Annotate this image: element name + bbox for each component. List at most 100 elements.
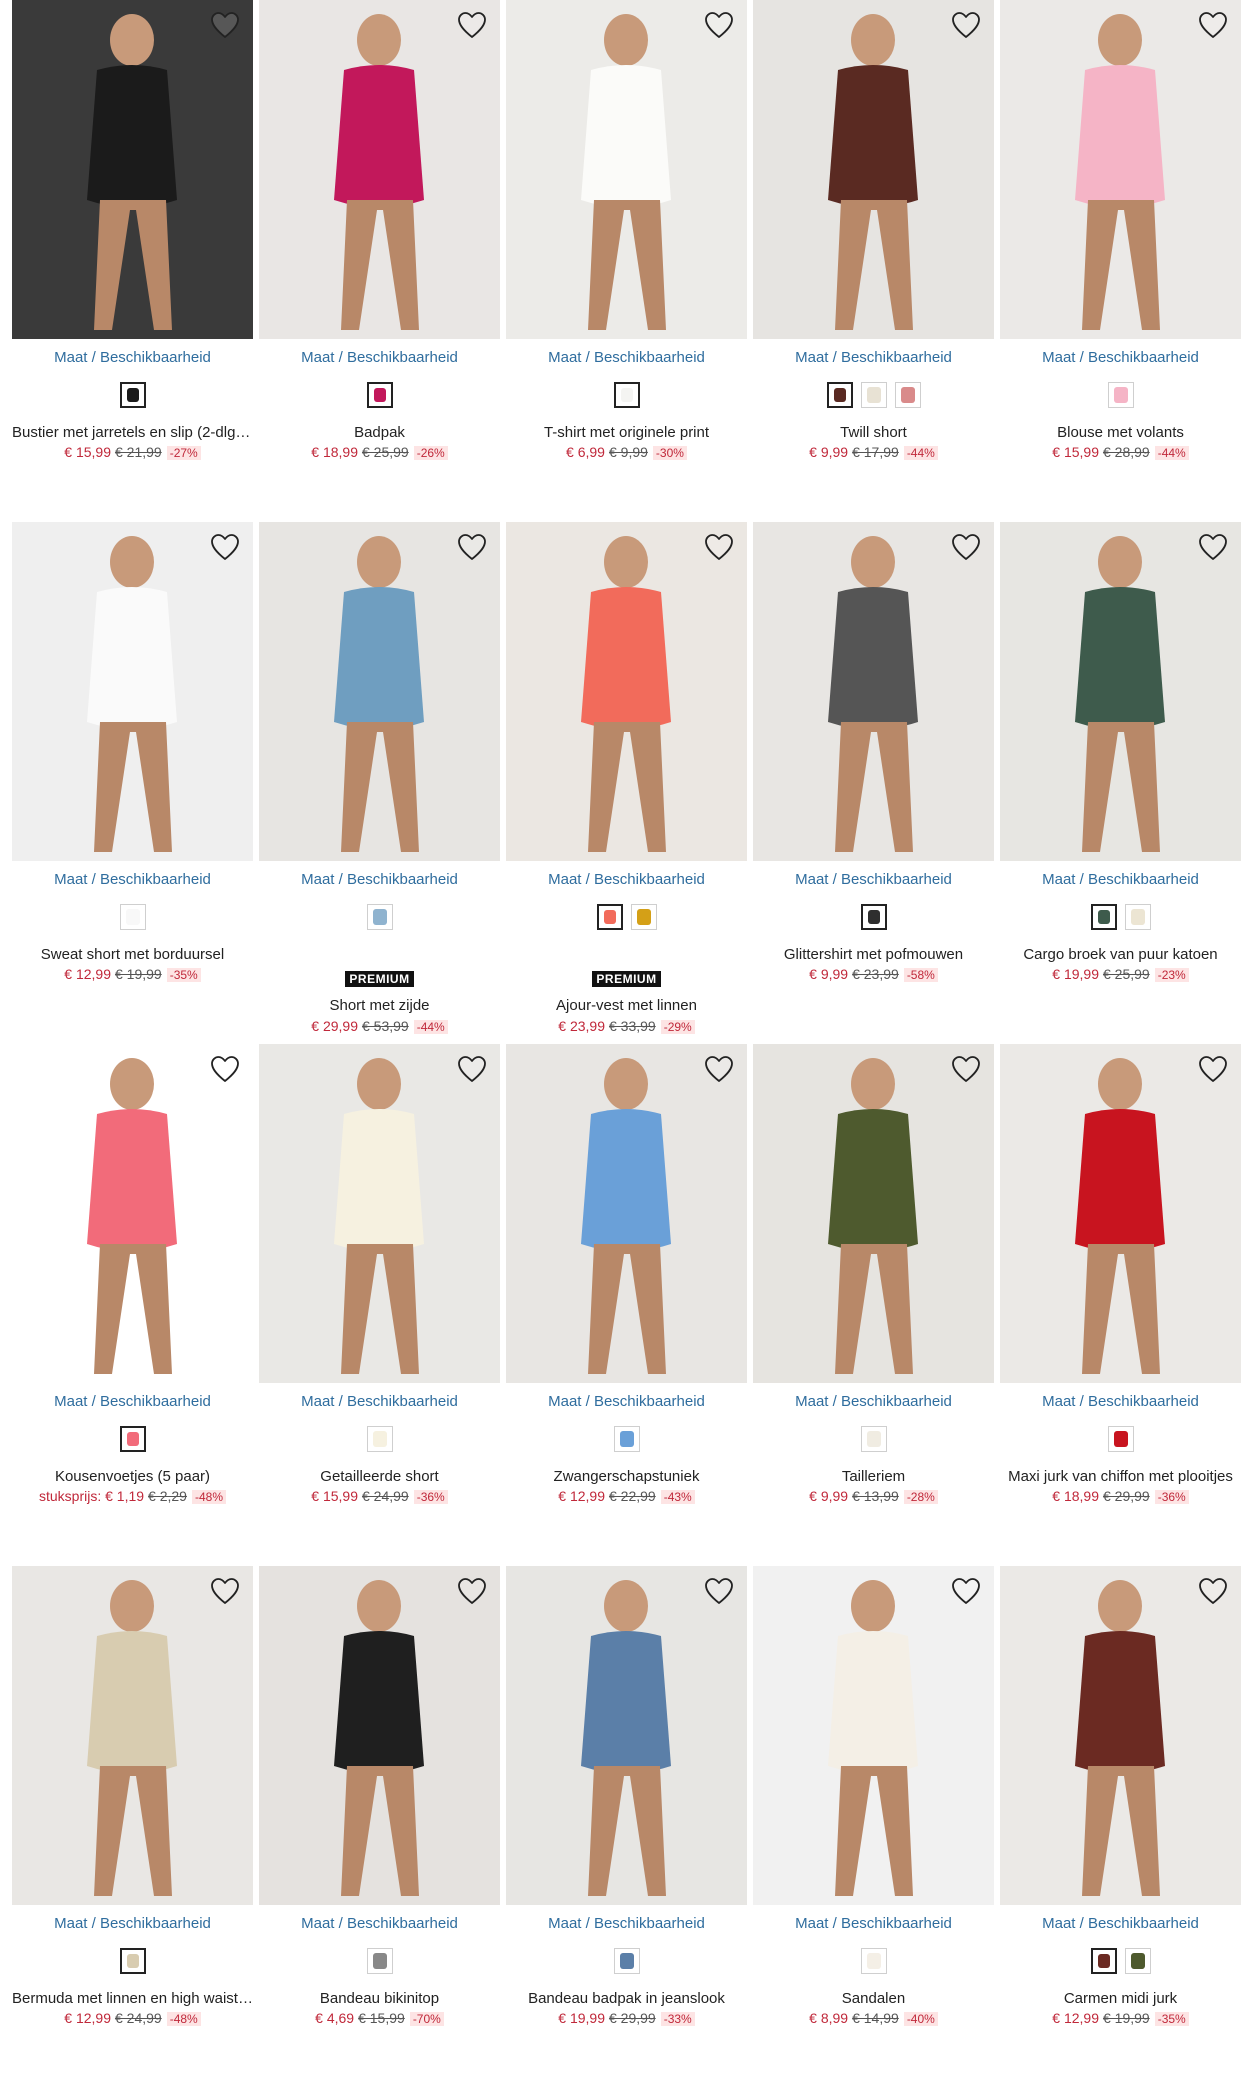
size-availability-link[interactable]: Maat / Beschikbaarheid — [1000, 1915, 1241, 1932]
product-name[interactable]: Ajour-vest met linnen — [506, 997, 747, 1014]
product-card[interactable]: Maat / Beschikbaarheid Bandeau bikinitop… — [259, 1566, 500, 2066]
size-availability-link[interactable]: Maat / Beschikbaarheid — [259, 349, 500, 366]
color-swatch[interactable] — [1107, 382, 1134, 408]
color-swatch[interactable] — [860, 904, 887, 930]
product-image[interactable] — [1000, 0, 1241, 339]
product-image[interactable] — [12, 1566, 253, 1905]
color-swatch[interactable] — [1090, 904, 1117, 930]
size-availability-link[interactable]: Maat / Beschikbaarheid — [1000, 349, 1241, 366]
product-card[interactable]: Maat / Beschikbaarheid Carmen midi jurk … — [1000, 1566, 1241, 2066]
product-image[interactable] — [753, 1566, 994, 1905]
wishlist-heart-icon[interactable] — [950, 10, 982, 40]
product-card[interactable]: Maat / Beschikbaarheid Bandeau badpak in… — [506, 1566, 747, 2066]
product-image[interactable] — [12, 522, 253, 861]
product-image[interactable] — [506, 0, 747, 339]
color-swatch[interactable] — [1090, 1948, 1117, 1974]
product-card[interactable]: Maat / Beschikbaarheid Getailleerde shor… — [259, 1044, 500, 1544]
size-availability-link[interactable]: Maat / Beschikbaarheid — [506, 1915, 747, 1932]
color-swatch[interactable] — [826, 382, 853, 408]
product-card[interactable]: Maat / Beschikbaarheid Badpak € 18,99 € 2… — [259, 0, 500, 500]
wishlist-heart-icon[interactable] — [456, 1576, 488, 1606]
color-swatch[interactable] — [860, 382, 887, 408]
product-card[interactable]: Maat / Beschikbaarheid T-shirt met origi… — [506, 0, 747, 500]
wishlist-heart-icon[interactable] — [1197, 532, 1229, 562]
color-swatch[interactable] — [119, 1948, 146, 1974]
size-availability-link[interactable]: Maat / Beschikbaarheid — [753, 349, 994, 366]
product-name[interactable]: Bustier met jarretels en slip (2-dlg. ..… — [12, 424, 253, 441]
wishlist-heart-icon[interactable] — [950, 1054, 982, 1084]
color-swatch[interactable] — [613, 1426, 640, 1452]
wishlist-heart-icon[interactable] — [209, 1576, 241, 1606]
product-image[interactable] — [1000, 1044, 1241, 1383]
wishlist-heart-icon[interactable] — [209, 10, 241, 40]
color-swatch[interactable] — [1124, 904, 1151, 930]
product-image[interactable] — [506, 1044, 747, 1383]
product-image[interactable] — [1000, 1566, 1241, 1905]
size-availability-link[interactable]: Maat / Beschikbaarheid — [1000, 1393, 1241, 1410]
wishlist-heart-icon[interactable] — [209, 1054, 241, 1084]
wishlist-heart-icon[interactable] — [209, 532, 241, 562]
product-name[interactable]: Maxi jurk van chiffon met plooitjes — [1000, 1468, 1241, 1485]
size-availability-link[interactable]: Maat / Beschikbaarheid — [753, 1915, 994, 1932]
wishlist-heart-icon[interactable] — [1197, 1054, 1229, 1084]
product-name[interactable]: Twill short — [753, 424, 994, 441]
product-image[interactable] — [753, 522, 994, 861]
color-swatch[interactable] — [613, 1948, 640, 1974]
product-image[interactable] — [12, 0, 253, 339]
product-image[interactable] — [259, 1566, 500, 1905]
wishlist-heart-icon[interactable] — [703, 532, 735, 562]
product-image[interactable] — [259, 1044, 500, 1383]
product-name[interactable]: Getailleerde short — [259, 1468, 500, 1485]
product-card[interactable]: Maat / Beschikbaarheid Cargo broek van p… — [1000, 522, 1241, 1022]
wishlist-heart-icon[interactable] — [456, 10, 488, 40]
size-availability-link[interactable]: Maat / Beschikbaarheid — [506, 871, 747, 888]
product-image[interactable] — [753, 0, 994, 339]
wishlist-heart-icon[interactable] — [456, 1054, 488, 1084]
color-swatch[interactable] — [1124, 1948, 1151, 1974]
product-name[interactable]: Short met zijde — [259, 997, 500, 1014]
size-availability-link[interactable]: Maat / Beschikbaarheid — [12, 1915, 253, 1932]
color-swatch[interactable] — [613, 382, 640, 408]
product-name[interactable]: Bermuda met linnen en high waist c... — [12, 1990, 253, 2007]
color-swatch[interactable] — [860, 1948, 887, 1974]
color-swatch[interactable] — [894, 382, 921, 408]
size-availability-link[interactable]: Maat / Beschikbaarheid — [259, 1393, 500, 1410]
size-availability-link[interactable]: Maat / Beschikbaarheid — [12, 349, 253, 366]
color-swatch[interactable] — [860, 1426, 887, 1452]
product-card[interactable]: Maat / Beschikbaarheid Sandalen € 8,99 € … — [753, 1566, 994, 2066]
product-card[interactable]: Maat / Beschikbaarheid Tailleriem € 9,99… — [753, 1044, 994, 1544]
wishlist-heart-icon[interactable] — [703, 1054, 735, 1084]
wishlist-heart-icon[interactable] — [950, 1576, 982, 1606]
product-name[interactable]: Sweat short met borduursel — [12, 946, 253, 963]
product-card[interactable]: Maat / Beschikbaarheid Twill short € 9,9… — [753, 0, 994, 500]
product-card[interactable]: Maat / Beschikbaarheid Maxi jurk van chi… — [1000, 1044, 1241, 1544]
color-swatch[interactable] — [366, 382, 393, 408]
wishlist-heart-icon[interactable] — [950, 532, 982, 562]
product-card[interactable]: Maat / Beschikbaarheid Bustier met jarre… — [12, 0, 253, 500]
product-card[interactable]: Maat / Beschikbaarheid Zwangerschapstuni… — [506, 1044, 747, 1544]
product-card[interactable]: Maat / Beschikbaarheid Glittershirt met … — [753, 522, 994, 1022]
size-availability-link[interactable]: Maat / Beschikbaarheid — [753, 871, 994, 888]
product-image[interactable] — [506, 522, 747, 861]
product-image[interactable] — [1000, 522, 1241, 861]
size-availability-link[interactable]: Maat / Beschikbaarheid — [259, 871, 500, 888]
wishlist-heart-icon[interactable] — [703, 1576, 735, 1606]
product-name[interactable]: Sandalen — [753, 1990, 994, 2007]
product-card[interactable]: Maat / Beschikbaarheid PREMIUM Ajour-ves… — [506, 522, 747, 1034]
product-name[interactable]: Carmen midi jurk — [1000, 1990, 1241, 2007]
product-name[interactable]: Bandeau badpak in jeanslook — [506, 1990, 747, 2007]
product-name[interactable]: Badpak — [259, 424, 500, 441]
product-image[interactable] — [259, 0, 500, 339]
product-name[interactable]: Tailleriem — [753, 1468, 994, 1485]
product-name[interactable]: Blouse met volants — [1000, 424, 1241, 441]
product-image[interactable] — [753, 1044, 994, 1383]
color-swatch[interactable] — [366, 1948, 393, 1974]
product-image[interactable] — [506, 1566, 747, 1905]
size-availability-link[interactable]: Maat / Beschikbaarheid — [12, 1393, 253, 1410]
product-card[interactable]: Maat / Beschikbaarheid Sweat short met b… — [12, 522, 253, 1022]
size-availability-link[interactable]: Maat / Beschikbaarheid — [506, 1393, 747, 1410]
color-swatch[interactable] — [596, 904, 623, 930]
color-swatch[interactable] — [366, 1426, 393, 1452]
product-image[interactable] — [12, 1044, 253, 1383]
product-name[interactable]: Kousenvoetjes (5 paar) — [12, 1468, 253, 1485]
